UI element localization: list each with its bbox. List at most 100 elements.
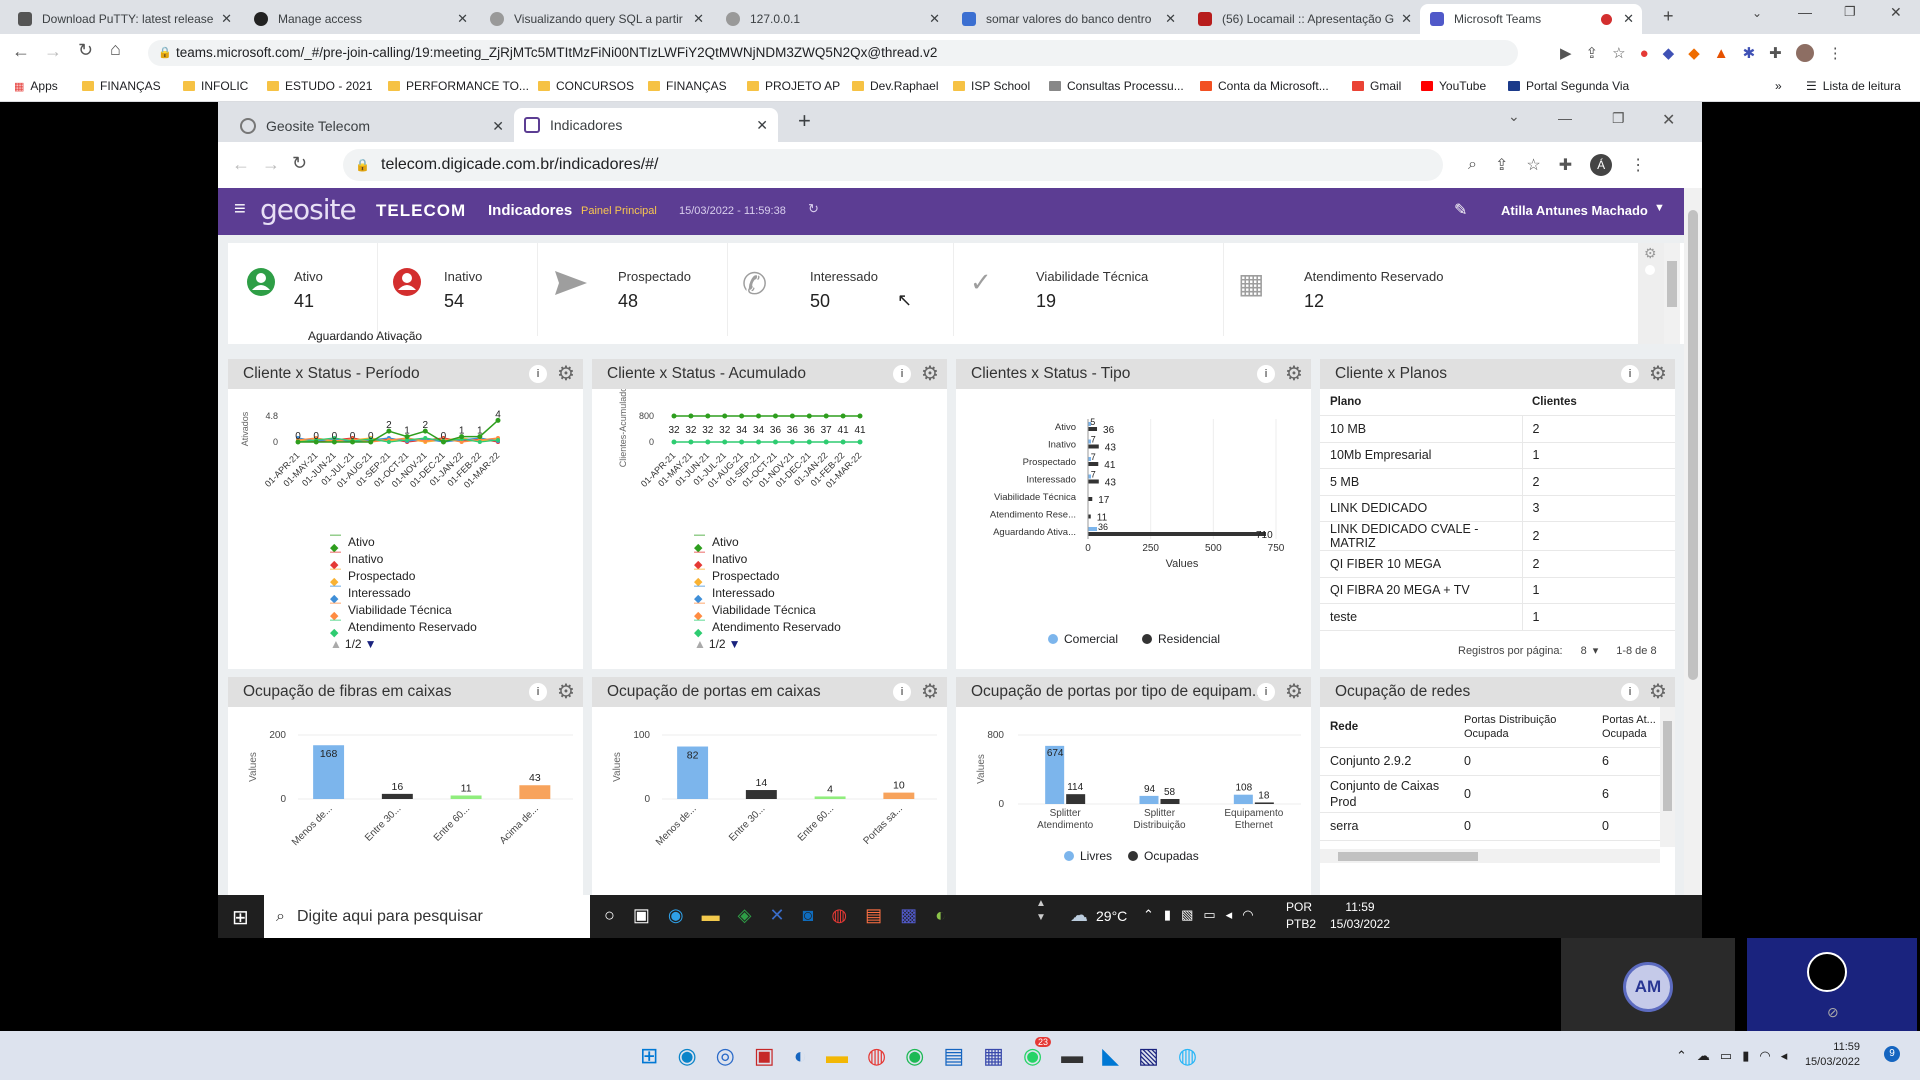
language-indicator[interactable]: POR PTB2 — [1286, 899, 1316, 933]
info-icon[interactable]: i — [1621, 365, 1639, 383]
chrome-icon[interactable]: ◍ — [831, 905, 847, 926]
menu-icon[interactable]: ⋮ — [1828, 44, 1843, 62]
outlook-icon[interactable]: ◙ — [803, 905, 814, 926]
gear-icon[interactable]: ⚙ — [1283, 681, 1305, 703]
scroll-thumb[interactable] — [1338, 852, 1478, 861]
extension-icon[interactable]: ▲ — [1714, 45, 1729, 62]
speaker-icon[interactable]: ◂ — [1226, 907, 1233, 923]
minimize-button[interactable]: — — [1798, 4, 1812, 20]
notification-count-badge[interactable]: 9 — [1884, 1046, 1900, 1062]
tab-search-icon[interactable]: ⌄ — [1508, 108, 1520, 125]
restore-button[interactable]: ❐ — [1612, 110, 1625, 127]
status-card-interessado[interactable]: ✆ Interessado 50 — [728, 243, 954, 336]
close-icon[interactable]: ✕ — [756, 117, 768, 134]
table-row[interactable]: LINK DEDICADO CVALE - MATRIZ 2 — [1320, 521, 1675, 551]
cortana-icon[interactable]: ○ — [604, 905, 615, 926]
profile-avatar[interactable] — [1795, 44, 1814, 62]
app-icon[interactable]: ◎ — [716, 1043, 735, 1069]
more-bookmarks-icon[interactable]: » — [1775, 79, 1782, 93]
file-explorer-icon[interactable]: ▬ — [826, 1043, 848, 1069]
extension-icon[interactable]: ● — [1640, 45, 1649, 62]
app-icon[interactable]: ▤ — [943, 1043, 964, 1069]
inner-tab-indicadores[interactable]: Indicadores ✕ — [514, 108, 778, 142]
table-vscrollbar[interactable] — [1660, 707, 1675, 847]
info-icon[interactable]: i — [529, 365, 547, 383]
user-menu-chevron-icon[interactable]: ▼ — [1654, 202, 1665, 214]
outer-tab-2[interactable]: Visualizando query SQL a partir ✕ — [480, 4, 712, 34]
app-icon[interactable]: ▧ — [1138, 1043, 1159, 1069]
chevron-down-icon[interactable]: ▾ — [1593, 644, 1599, 657]
legend-item[interactable]: Ocupadas — [1128, 849, 1199, 863]
outer-tab-5[interactable]: (56) Locamail :: Apresentação G ✕ — [1188, 4, 1420, 34]
inner-tab-geosite[interactable]: Geosite Telecom ✕ — [230, 110, 510, 142]
bookmark-folder[interactable]: ESTUDO - 2021 — [267, 79, 372, 93]
table-row[interactable]: Conjunto de Caixas Prod 0 6 — [1320, 775, 1660, 813]
app-icon[interactable]: ◍ — [1178, 1043, 1197, 1069]
gear-icon[interactable]: ⚙ — [919, 363, 941, 385]
status-card-viabilidade[interactable]: ✓ Viabilidade Técnica 19 — [954, 243, 1224, 336]
extensions-icon[interactable]: ✚ — [1769, 44, 1782, 62]
info-icon[interactable]: i — [893, 365, 911, 383]
column-header[interactable]: Rede — [1320, 707, 1454, 748]
legend-item[interactable]: —◆ Atendimento Reservado — [330, 614, 477, 639]
status-card-ativo[interactable]: Ativo 41 — [228, 243, 378, 336]
chrome-icon[interactable]: ◍ — [867, 1043, 886, 1069]
hamburger-menu-icon[interactable]: ≡ — [234, 198, 246, 221]
panel-selector[interactable]: Painel Principal — [581, 205, 657, 217]
bookmark-folder[interactable]: FINANÇAS — [82, 79, 161, 93]
legend-item[interactable]: Comercial — [1048, 632, 1118, 646]
outer-address-bar[interactable]: 🔒 teams.microsoft.com/_#/pre-join-calling… — [148, 40, 1518, 66]
table-row[interactable]: 10 MB 2 — [1320, 415, 1675, 443]
legend-item[interactable]: —◆ Inativo — [694, 546, 841, 571]
star-icon[interactable]: ☆ — [1526, 155, 1540, 175]
app-tray-icon[interactable]: ▧ — [1181, 907, 1193, 923]
dot-icon[interactable] — [1645, 265, 1655, 275]
status-scrollbar[interactable] — [1664, 243, 1680, 344]
usb-icon[interactable]: ▮ — [1164, 907, 1171, 923]
legend-item[interactable]: —◆ Prospectado — [330, 563, 477, 588]
bookmark-folder[interactable]: Dev.Raphael — [852, 79, 938, 93]
app-icon[interactable]: ▦ — [983, 1043, 1004, 1069]
new-tab-button[interactable]: + — [798, 108, 811, 134]
participant-avatar[interactable]: AM — [1623, 962, 1673, 1012]
page-down-icon[interactable]: ▼ — [365, 637, 377, 651]
clock[interactable]: 11:59 15/03/2022 — [1800, 1040, 1860, 1070]
restore-button[interactable]: ❐ — [1844, 4, 1856, 20]
legend-item[interactable]: —◆ Atendimento Reservado — [694, 614, 841, 639]
bookmark-link[interactable]: Gmail — [1352, 79, 1401, 93]
onedrive-icon[interactable]: ☁ — [1697, 1048, 1710, 1064]
windows-start-icon[interactable]: ⊞ — [232, 905, 249, 930]
vscode-icon[interactable]: ◣ — [1102, 1043, 1119, 1069]
bookmark-folder[interactable]: PERFORMANCE TO... — [388, 79, 529, 93]
close-icon[interactable]: ✕ — [221, 11, 232, 27]
reading-list[interactable]: ☰ Lista de leitura — [1806, 79, 1901, 93]
share-icon[interactable]: ⇪ — [1586, 44, 1599, 62]
close-icon[interactable]: ✕ — [492, 118, 504, 135]
minimize-button[interactable]: — — [1558, 110, 1572, 126]
reload-icon[interactable]: ↻ — [292, 153, 307, 174]
app-icon[interactable]: ▣ — [754, 1043, 775, 1069]
chat-icon[interactable]: ▤ — [865, 905, 882, 926]
camera-icon[interactable]: ▶ — [1560, 44, 1572, 62]
bookmark-link[interactable]: YouTube — [1421, 79, 1486, 93]
excel-icon[interactable]: ✕ — [769, 905, 784, 926]
battery-icon[interactable]: ▭ — [1203, 907, 1215, 923]
gear-icon[interactable]: ⚙ — [1647, 363, 1669, 385]
whatsapp-icon[interactable]: ◉ 23 — [1023, 1037, 1051, 1069]
close-window-button[interactable]: ✕ — [1890, 4, 1902, 21]
close-icon[interactable]: ✕ — [1165, 11, 1176, 27]
table-row[interactable]: Conjunto 2.9.2 0 6 — [1320, 747, 1660, 776]
scroll-thumb[interactable] — [1667, 261, 1677, 307]
column-header[interactable]: Plano — [1320, 389, 1522, 416]
taskbar-search[interactable]: ⌕ Digite aqui para pesquisar — [264, 895, 590, 938]
info-icon[interactable]: i — [529, 683, 547, 701]
bookmark-folder[interactable]: ISP School — [953, 79, 1030, 93]
legend-item[interactable]: —◆ Prospectado — [694, 563, 841, 588]
status-card-reservado[interactable]: ▦ Atendimento Reservado 12 — [1224, 243, 1524, 336]
legend-pager[interactable]: ▲ 1/2 ▼ — [694, 635, 841, 652]
status-card-prospectado[interactable]: Prospectado 48 — [538, 243, 728, 336]
bookmark-apps[interactable]: ▦ Apps — [14, 79, 58, 93]
bookmark-folder[interactable]: FINANÇAS — [648, 79, 727, 93]
share-icon[interactable]: ⇪ — [1495, 155, 1508, 175]
legend-item[interactable]: Residencial — [1142, 632, 1220, 646]
